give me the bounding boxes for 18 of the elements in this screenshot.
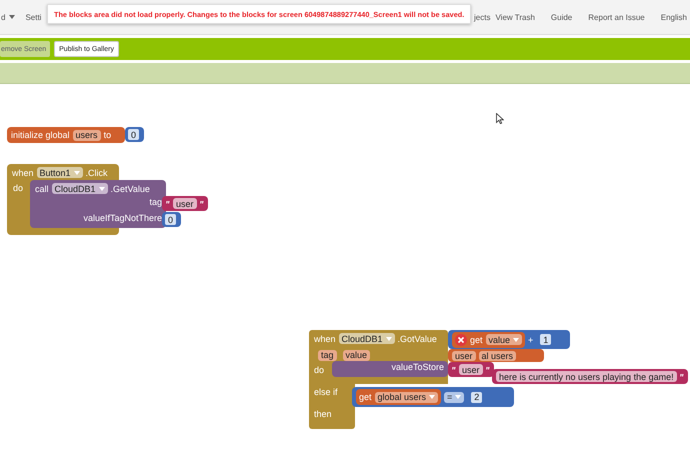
socket-label: tag: [149, 197, 162, 207]
block-label: else if: [314, 387, 338, 397]
socket-label: valueIfTagNotThere: [83, 213, 162, 223]
block-label: initialize global: [11, 130, 70, 140]
block-label: to: [104, 130, 112, 140]
block-label: when: [12, 168, 34, 178]
block-label: when: [314, 334, 336, 344]
block-label: .GetValue: [110, 184, 150, 194]
block-label: .GotValue: [398, 334, 437, 344]
socket-label: valueToStore: [391, 362, 444, 372]
block-label: do: [13, 183, 24, 193]
block-label: then: [314, 409, 332, 419]
block-label: get: [359, 392, 372, 402]
block-label: .Click: [86, 168, 108, 178]
block-label: do: [314, 365, 324, 375]
block-label: get: [470, 334, 483, 344]
block-label: call: [35, 184, 49, 194]
operator-label: +: [528, 334, 534, 344]
